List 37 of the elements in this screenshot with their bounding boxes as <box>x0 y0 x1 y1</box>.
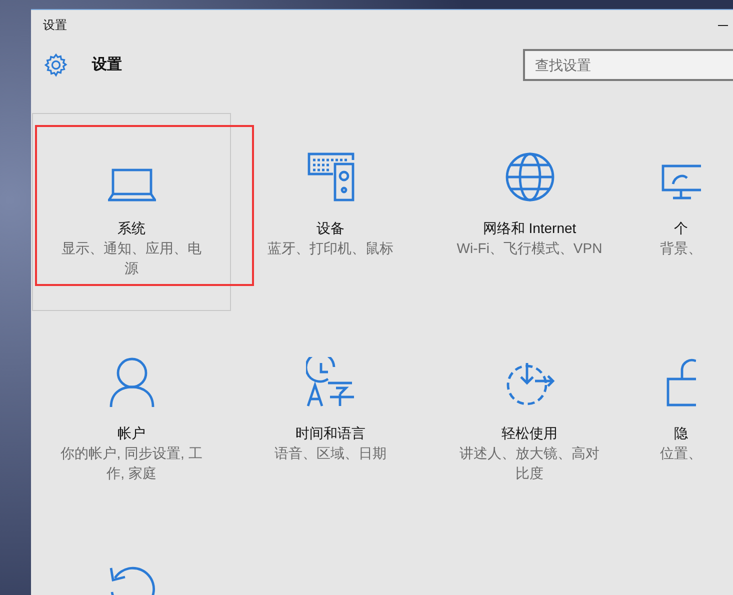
window-title: 设置 <box>43 17 67 34</box>
settings-tile[interactable]: 设备 蓝牙、打印机、鼠标 <box>231 113 430 311</box>
settings-tile[interactable]: 帐户 你的帐户, 同步设置, 工作, 家庭 <box>32 318 231 516</box>
tile-description: 语音、区域、日期 <box>274 444 386 463</box>
lock-icon <box>666 357 696 407</box>
minimize-icon[interactable] <box>718 24 728 26</box>
monitor-brush-icon <box>661 162 701 202</box>
settings-tile[interactable]: 网络和 Internet Wi-Fi、飞行模式、VPN <box>430 113 629 311</box>
tile-description: Wi-Fi、飞行模式、VPN <box>456 239 602 258</box>
settings-tile[interactable]: 系统 显示、通知、应用、电源 <box>32 113 231 311</box>
tile-description: 显示、通知、应用、电源 <box>60 239 202 278</box>
settings-tile[interactable]: 隐 位置、 <box>629 318 733 516</box>
settings-tile[interactable]: 轻松使用 讲述人、放大镜、高对比度 <box>430 318 629 516</box>
tile-description: 背景、 <box>660 239 702 258</box>
person-icon <box>108 357 154 407</box>
tile-description: 讲述人、放大镜、高对比度 <box>458 444 600 483</box>
clock-language-icon <box>306 357 356 407</box>
tile-description: 蓝牙、打印机、鼠标 <box>268 239 394 258</box>
tile-title: 隐 <box>674 424 688 443</box>
keyboard-speaker-icon <box>306 152 354 202</box>
tile-title: 个 <box>674 219 688 238</box>
page-title: 设置 <box>92 54 122 75</box>
tile-title: 网络和 Internet <box>482 219 576 238</box>
dashed-circle-arrow-icon <box>504 361 554 407</box>
tile-description: 你的帐户, 同步设置, 工作, 家庭 <box>60 444 204 483</box>
tile-title: 帐户 <box>118 424 146 443</box>
settings-tile[interactable]: 个 背景、 <box>629 113 733 311</box>
settings-icon <box>43 52 69 78</box>
globe-icon <box>504 152 554 202</box>
tile-title: 系统 <box>118 219 146 238</box>
tile-title: 轻松使用 <box>502 424 558 443</box>
laptop-icon <box>108 168 156 202</box>
tile-title: 时间和语言 <box>296 424 366 443</box>
settings-tile[interactable]: 时间和语言 语音、区域、日期 <box>231 318 430 516</box>
search-field[interactable]: 查找设置 <box>523 49 733 81</box>
tile-title: 设备 <box>316 219 344 238</box>
tile-description: 位置、 <box>660 444 702 463</box>
